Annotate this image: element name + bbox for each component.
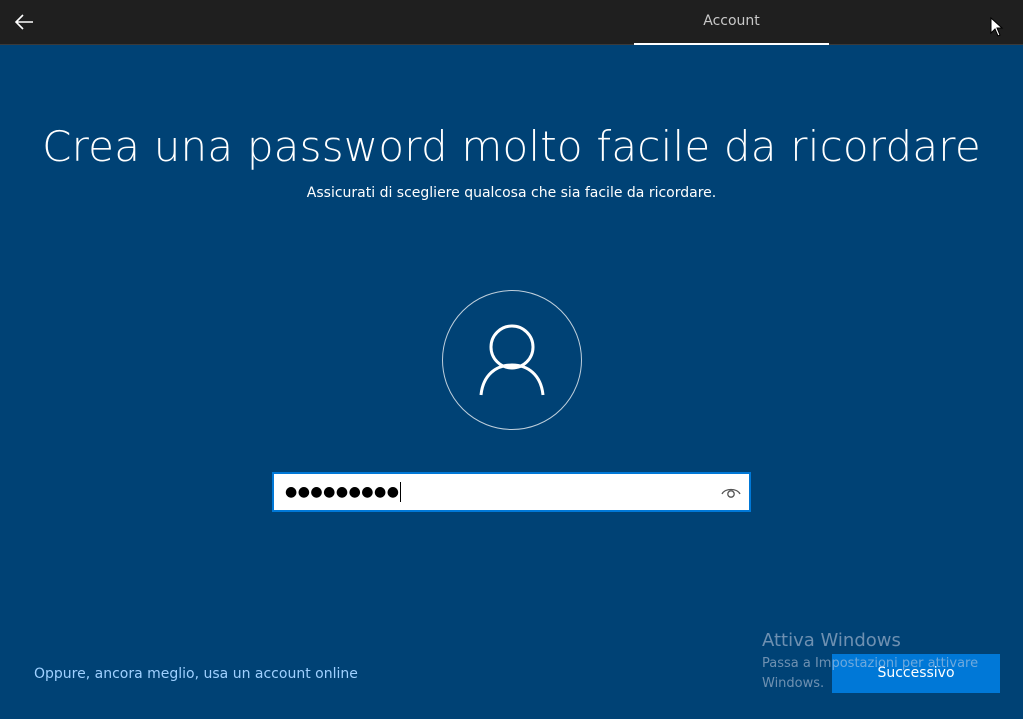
avatar [442, 290, 582, 430]
top-bar: Account [0, 0, 1023, 45]
text-caret [400, 482, 402, 502]
arrow-left-icon [14, 14, 33, 30]
next-button[interactable]: Successivo [832, 654, 1000, 693]
password-value: ●●●●●●●●● [285, 482, 402, 502]
reveal-password-button[interactable] [719, 480, 743, 504]
back-button[interactable] [8, 6, 40, 38]
tab-active-indicator [634, 43, 829, 45]
password-field[interactable]: ●●●●●●●●● [272, 472, 751, 512]
tab-account-label: Account [703, 13, 760, 29]
online-account-link[interactable]: Oppure, ancora meglio, usa un account on… [34, 666, 358, 682]
page-subtitle: Assicurati di scegliere qualcosa che sia… [306, 185, 717, 201]
watermark-title: Attiva Windows [762, 630, 901, 651]
user-icon [479, 324, 545, 396]
eye-icon [721, 488, 741, 498]
page-title: Crea una password molto facile da ricord… [42, 122, 981, 171]
tab-account[interactable]: Account [634, 0, 829, 45]
mouse-cursor-icon [990, 17, 1004, 37]
